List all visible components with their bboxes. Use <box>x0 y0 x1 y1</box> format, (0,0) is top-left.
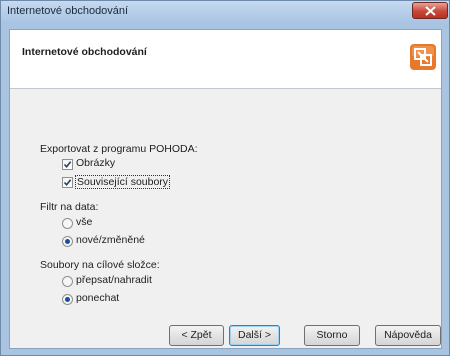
new-changed-radio[interactable] <box>62 236 73 247</box>
overwrite-radio-label[interactable]: přepsat/nahradit <box>76 274 152 286</box>
all-radio-label[interactable]: vše <box>76 216 92 228</box>
close-button[interactable] <box>412 2 448 19</box>
wizard-header: Internetové obchodování <box>10 30 441 89</box>
new-changed-radio-label[interactable]: nové/změněné <box>76 234 145 246</box>
files-label: Soubory na cílové složce: <box>40 259 160 271</box>
filter-label: Filtr na data: <box>40 201 99 213</box>
export-label: Exportovat z programu POHODA: <box>40 143 198 155</box>
wizard-body: Exportovat z programu POHODA: Obrázky So… <box>10 89 441 348</box>
checkmark-icon <box>63 179 72 187</box>
related-files-checkbox-label[interactable]: Související soubory <box>75 175 171 189</box>
radio-selected-dot <box>65 297 70 302</box>
images-checkbox[interactable] <box>62 159 73 170</box>
next-button[interactable]: Další > <box>229 325 280 346</box>
checkmark-icon <box>63 161 72 169</box>
dialog-window: Internetové obchodování Internetové obch… <box>0 0 450 356</box>
window-title: Internetové obchodování <box>7 5 129 17</box>
related-files-checkbox[interactable] <box>62 177 73 188</box>
keep-radio-label[interactable]: ponechat <box>76 292 119 304</box>
help-button[interactable]: Nápověda <box>375 325 441 346</box>
keep-radio[interactable] <box>62 294 73 305</box>
page-title: Internetové obchodování <box>22 46 147 58</box>
all-radio[interactable] <box>62 218 73 229</box>
back-button[interactable]: < Zpět <box>169 325 224 346</box>
overwrite-radio[interactable] <box>62 276 73 287</box>
images-checkbox-label[interactable]: Obrázky <box>76 157 115 169</box>
cancel-button[interactable]: Storno <box>304 325 360 346</box>
dialog-content: Internetové obchodování Exportovat z pro… <box>9 29 442 349</box>
pohoda-logo-icon <box>410 44 436 70</box>
close-icon <box>425 6 436 16</box>
title-bar[interactable]: Internetové obchodování <box>1 1 449 23</box>
radio-selected-dot <box>65 239 70 244</box>
